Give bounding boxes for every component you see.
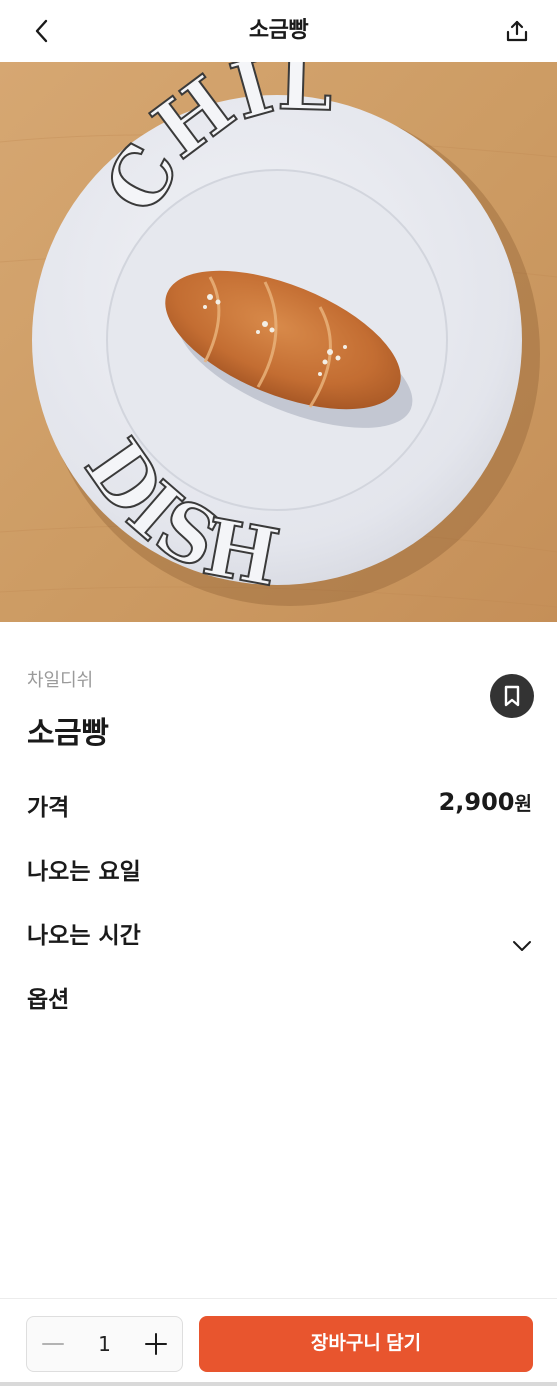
- bookmark-icon: [504, 685, 520, 707]
- system-bottom-edge: [0, 1382, 557, 1386]
- price-unit: 원: [514, 793, 532, 815]
- brand-name: 차일디쉬: [27, 670, 94, 691]
- product-name: 소금빵: [27, 716, 109, 751]
- price: 2,900원: [439, 788, 532, 816]
- price-value: 2,900: [438, 788, 515, 816]
- product-image: CHIL DISH: [0, 62, 557, 622]
- page-title: 소금빵: [248, 18, 309, 43]
- options-label: 옵션: [27, 987, 70, 1013]
- price-label: 가격: [27, 795, 70, 821]
- minus-icon: [42, 1343, 64, 1345]
- available-time-label: 나오는 시간: [27, 923, 141, 949]
- expand-button[interactable]: [510, 934, 534, 958]
- share-button[interactable]: [501, 15, 533, 47]
- bottom-action-bar: 1 장바구니 담기: [0, 1298, 557, 1386]
- decrease-button[interactable]: [27, 1317, 79, 1371]
- quantity-value: 1: [98, 1332, 111, 1356]
- add-to-cart-button[interactable]: 장바구니 담기: [199, 1316, 533, 1372]
- plus-icon: [145, 1333, 167, 1355]
- top-app-bar: 소금빵: [0, 0, 557, 62]
- bookmark-button[interactable]: [490, 674, 534, 718]
- product-detail-screen: 소금빵 CHIL DISH 차일디쉬 소금빵 가격 2,900원 나오는 요일 …: [0, 0, 557, 1386]
- quantity-stepper: 1: [26, 1316, 183, 1372]
- share-icon: [506, 20, 528, 42]
- available-days-label: 나오는 요일: [27, 859, 141, 885]
- chevron-down-icon: [513, 941, 531, 951]
- increase-button[interactable]: [130, 1317, 182, 1371]
